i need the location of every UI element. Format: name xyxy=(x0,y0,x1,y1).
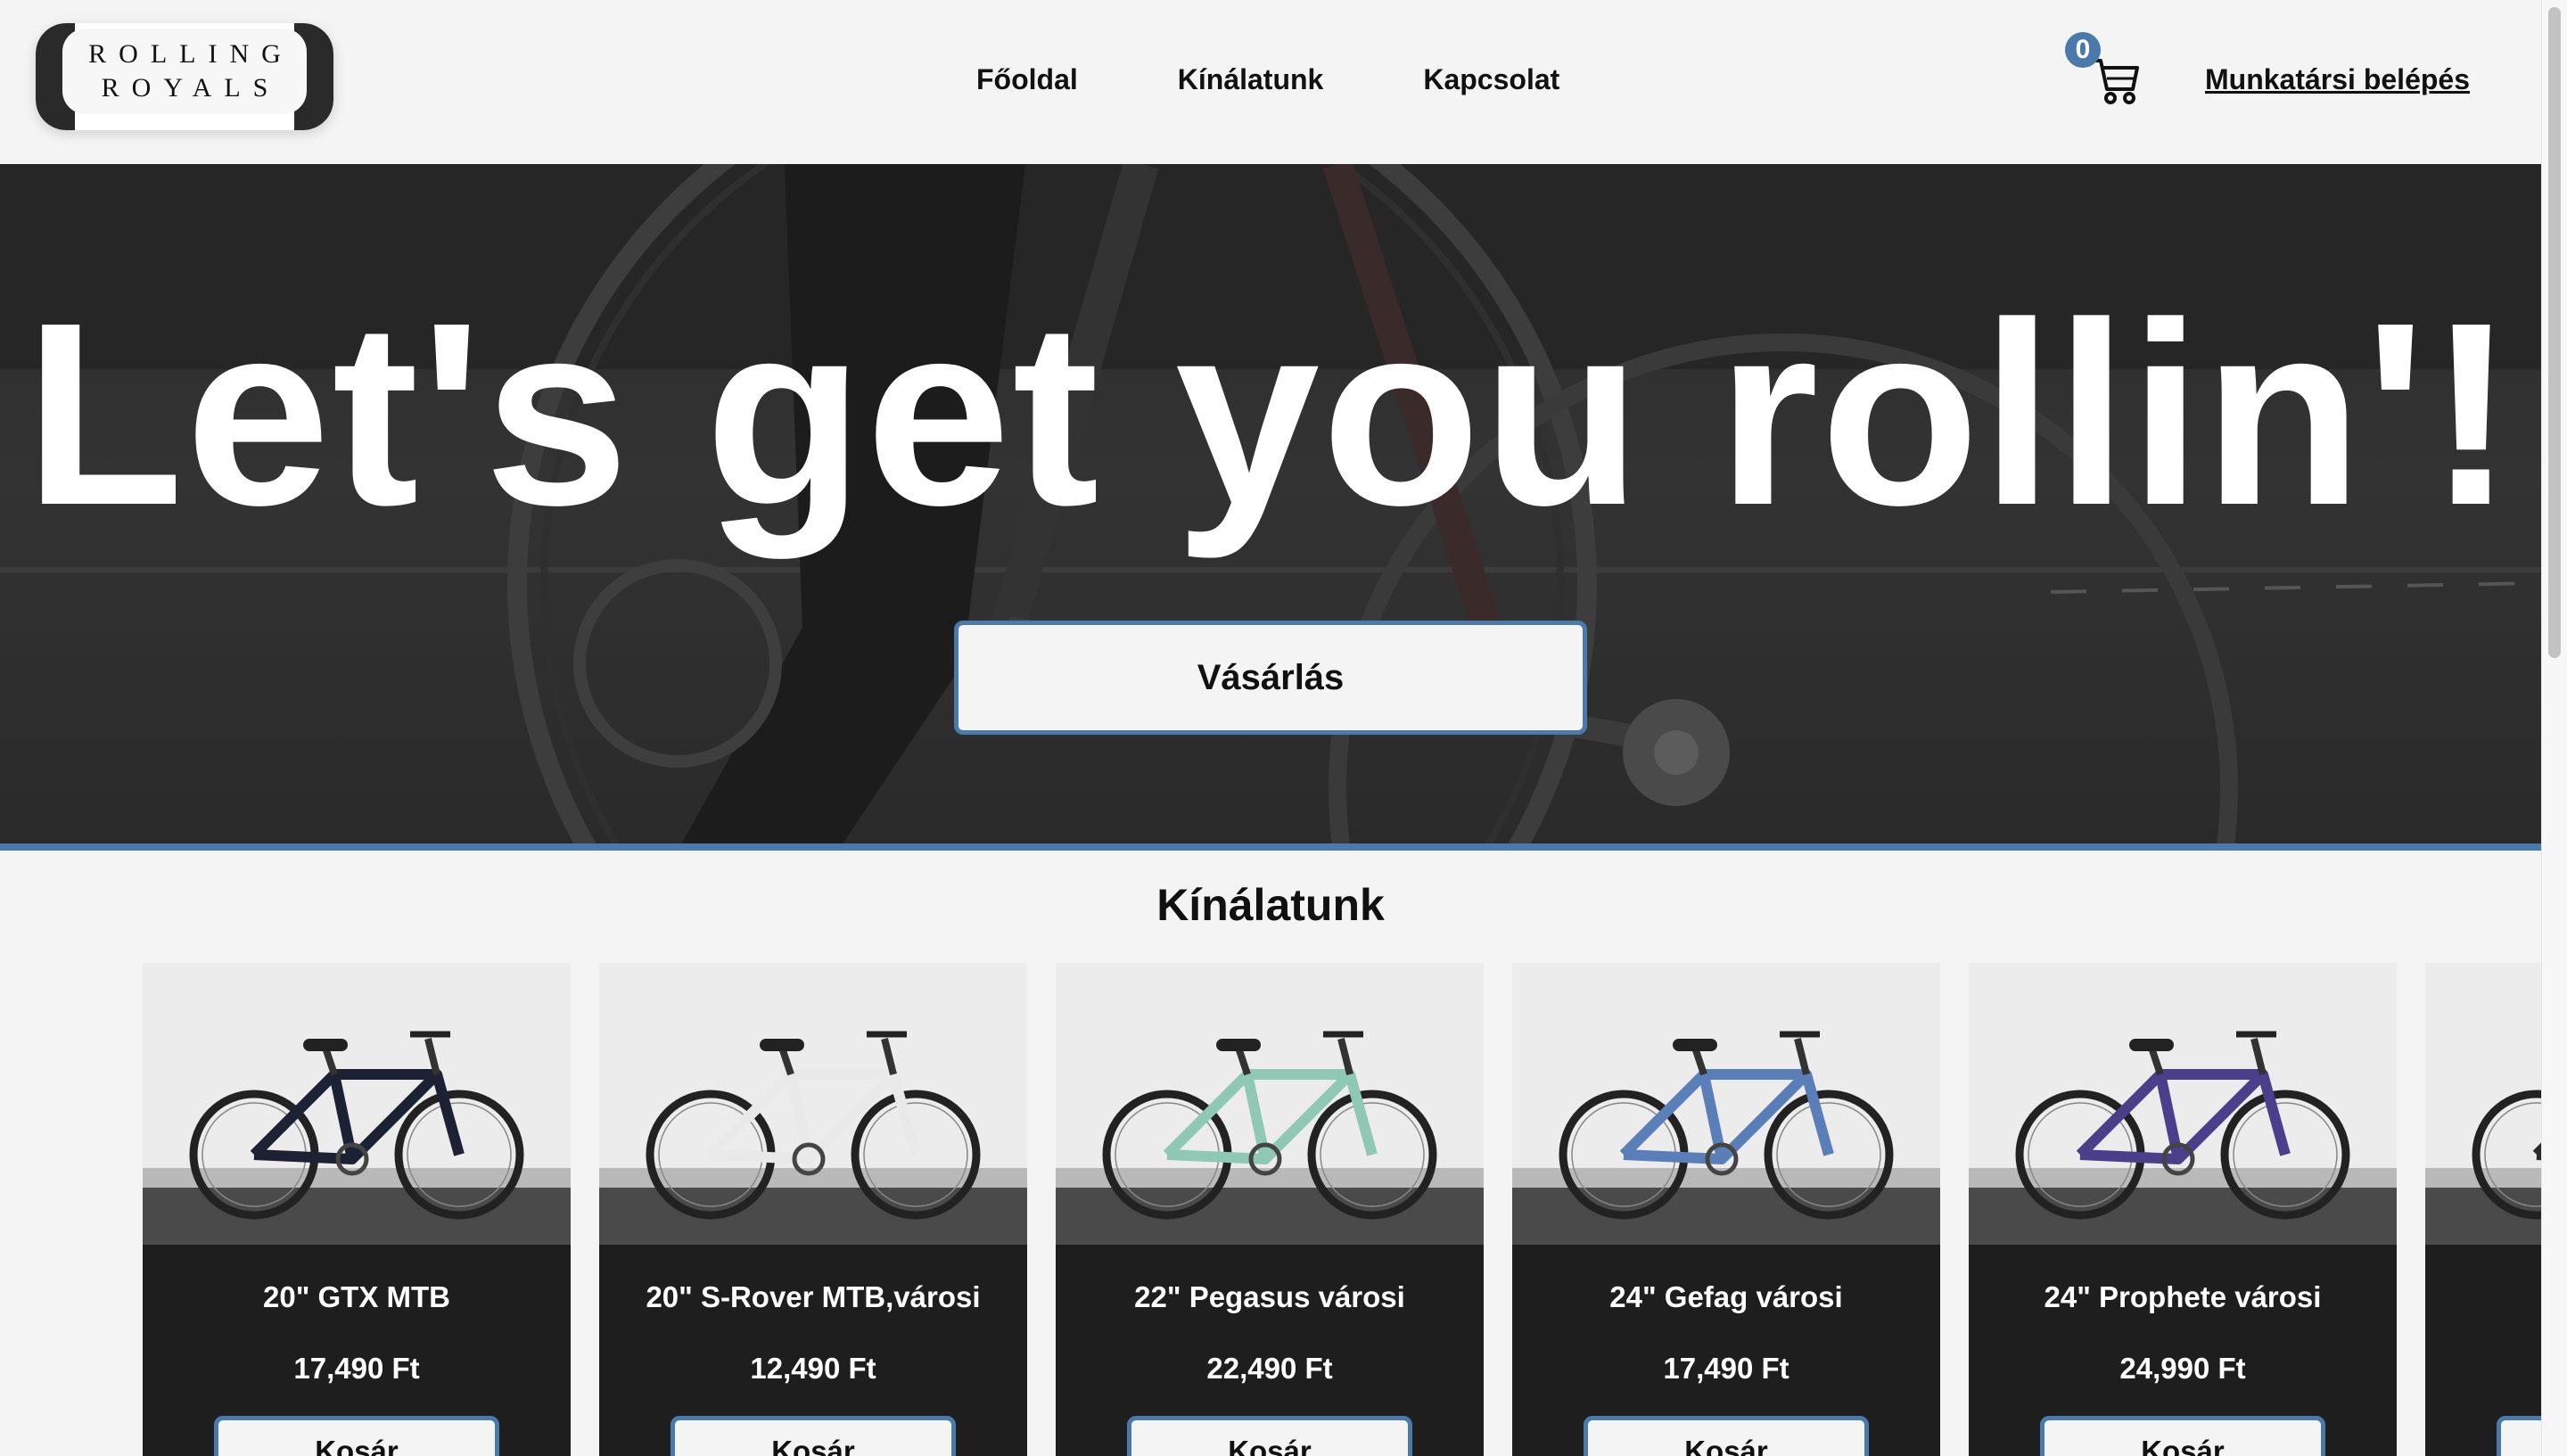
product-card[interactable]: 22" Pegasus városi 22,490 Ft Kosár xyxy=(1056,963,1484,1456)
product-name: 24" Gefag városi xyxy=(1609,1280,1843,1313)
page-scrollbar[interactable] xyxy=(2541,0,2567,1456)
navbar: ROLLING ROYALS Főoldal Kínálatunk Kapcso… xyxy=(0,0,2541,164)
nav-link-offers[interactable]: Kínálatunk xyxy=(1178,57,1324,102)
product-card[interactable]: 24" Prophete városi 24,990 Ft Kosár xyxy=(1969,963,2397,1456)
product-name: 22" Pegasus városi xyxy=(1134,1280,1405,1313)
product-price: 17,490 Ft xyxy=(293,1352,420,1385)
add-to-cart-button[interactable]: Kosár xyxy=(1584,1416,1869,1456)
product-image[interactable] xyxy=(599,963,1027,1245)
logo-line-1: ROLLING xyxy=(88,39,293,69)
main-nav: Főoldal Kínálatunk Kapcsolat xyxy=(976,57,1559,102)
cart-count-badge: 0 xyxy=(2065,32,2101,68)
add-to-cart-button[interactable]: Kosár xyxy=(2040,1416,2325,1456)
add-to-cart-button[interactable]: Kosár xyxy=(2497,1416,2541,1456)
product-image[interactable] xyxy=(2425,963,2541,1245)
shop-now-button[interactable]: Vásárlás xyxy=(954,621,1587,735)
cart-button[interactable]: 0 xyxy=(2065,32,2145,112)
product-price: 12,490 Ft xyxy=(750,1352,876,1385)
staff-login-link[interactable]: Munkatársi belépés xyxy=(2205,57,2470,102)
product-image[interactable] xyxy=(1969,963,2397,1245)
product-name: 24" Prophete városi xyxy=(2044,1280,2322,1313)
brand-logo[interactable]: ROLLING ROYALS xyxy=(36,23,333,130)
page: ROLLING ROYALS Főoldal Kínálatunk Kapcso… xyxy=(0,0,2567,1456)
product-image[interactable] xyxy=(143,963,571,1245)
logo-line-2: ROYALS xyxy=(101,73,281,103)
add-to-cart-button[interactable]: Kosár xyxy=(1127,1416,1412,1456)
product-carousel: 20" GTX MTB 17,490 Ft Kosár 20" S-Rover MTB… xyxy=(0,963,2541,1456)
scrollbar-thumb[interactable] xyxy=(2548,7,2561,658)
hero-title: Let's get you rollin'! xyxy=(24,268,2517,559)
product-card[interactable]: 20" GTX MTB 17,490 Ft Kosár xyxy=(143,963,571,1456)
product-name: 20" S-Rover MTB,városi xyxy=(646,1280,981,1313)
product-price: 22,490 Ft xyxy=(1206,1352,1333,1385)
product-price: 17,490 Ft xyxy=(1663,1352,1789,1385)
product-name: 20" GTX MTB xyxy=(262,1280,450,1313)
offers-section-title: Kínálatunk xyxy=(1156,880,1385,930)
product-image[interactable] xyxy=(1056,963,1484,1245)
product-card[interactable]: 20" S-Rover MTB,városi 12,490 Ft Kosár xyxy=(599,963,1027,1456)
hero-banner: Let's get you rollin'! Vásárlás xyxy=(0,164,2541,851)
product-image[interactable] xyxy=(1512,963,1940,1245)
product-card[interactable]: 24" Gefag városi 17,490 Ft Kosár xyxy=(1512,963,1940,1456)
cart-icon xyxy=(2092,59,2139,104)
product-price: 24,990 Ft xyxy=(2119,1352,2246,1385)
add-to-cart-button[interactable]: Kosár xyxy=(671,1416,956,1456)
logo-plate: ROLLING ROYALS xyxy=(62,29,307,114)
nav-link-contact[interactable]: Kapcsolat xyxy=(1423,57,1559,102)
nav-link-home[interactable]: Főoldal xyxy=(976,57,1078,102)
add-to-cart-button[interactable]: Kosár xyxy=(214,1416,499,1456)
product-card[interactable]: Kosár xyxy=(2425,963,2541,1456)
